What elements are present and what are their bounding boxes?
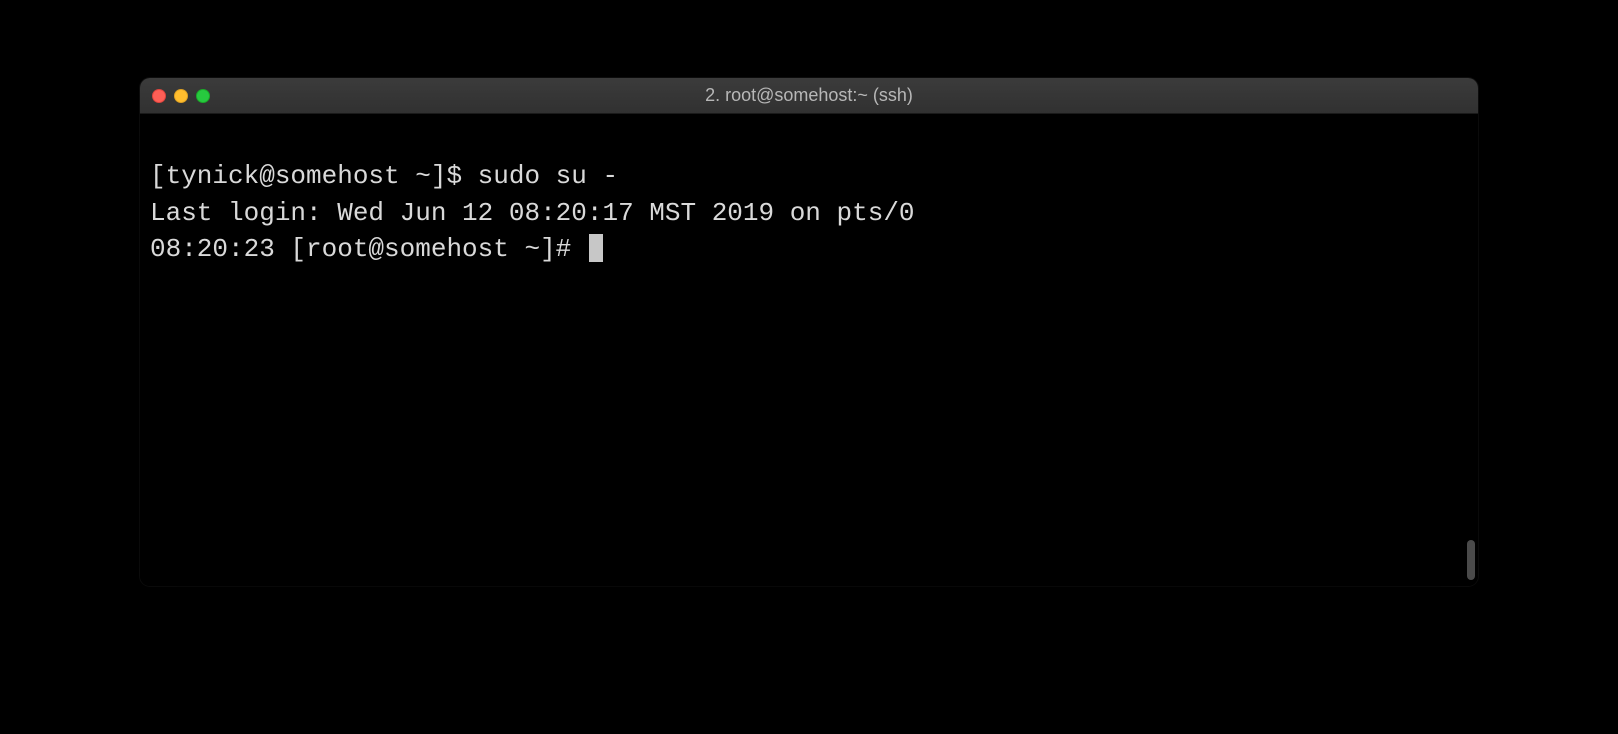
terminal-line-2: Last login: Wed Jun 12 08:20:17 MST 2019… xyxy=(150,195,1468,231)
close-icon[interactable] xyxy=(152,89,166,103)
minimize-icon[interactable] xyxy=(174,89,188,103)
traffic-lights xyxy=(152,89,210,103)
scrollbar-thumb[interactable] xyxy=(1467,540,1475,580)
command-text: sudo su - xyxy=(478,161,618,191)
terminal-line-3: 08:20:23 [root@somehost ~]# xyxy=(150,231,1468,267)
prompt-user: [tynick@somehost ~]$ xyxy=(150,161,478,191)
cursor-icon xyxy=(589,234,603,262)
window-title: 2. root@somehost:~ (ssh) xyxy=(140,85,1478,106)
maximize-icon[interactable] xyxy=(196,89,210,103)
terminal-window: 2. root@somehost:~ (ssh) [tynick@somehos… xyxy=(140,78,1478,586)
terminal-body[interactable]: [tynick@somehost ~]$ sudo su -Last login… xyxy=(140,114,1478,586)
titlebar[interactable]: 2. root@somehost:~ (ssh) xyxy=(140,78,1478,114)
prompt-root: 08:20:23 [root@somehost ~]# xyxy=(150,234,587,264)
terminal-line-1: [tynick@somehost ~]$ sudo su - xyxy=(150,158,1468,194)
